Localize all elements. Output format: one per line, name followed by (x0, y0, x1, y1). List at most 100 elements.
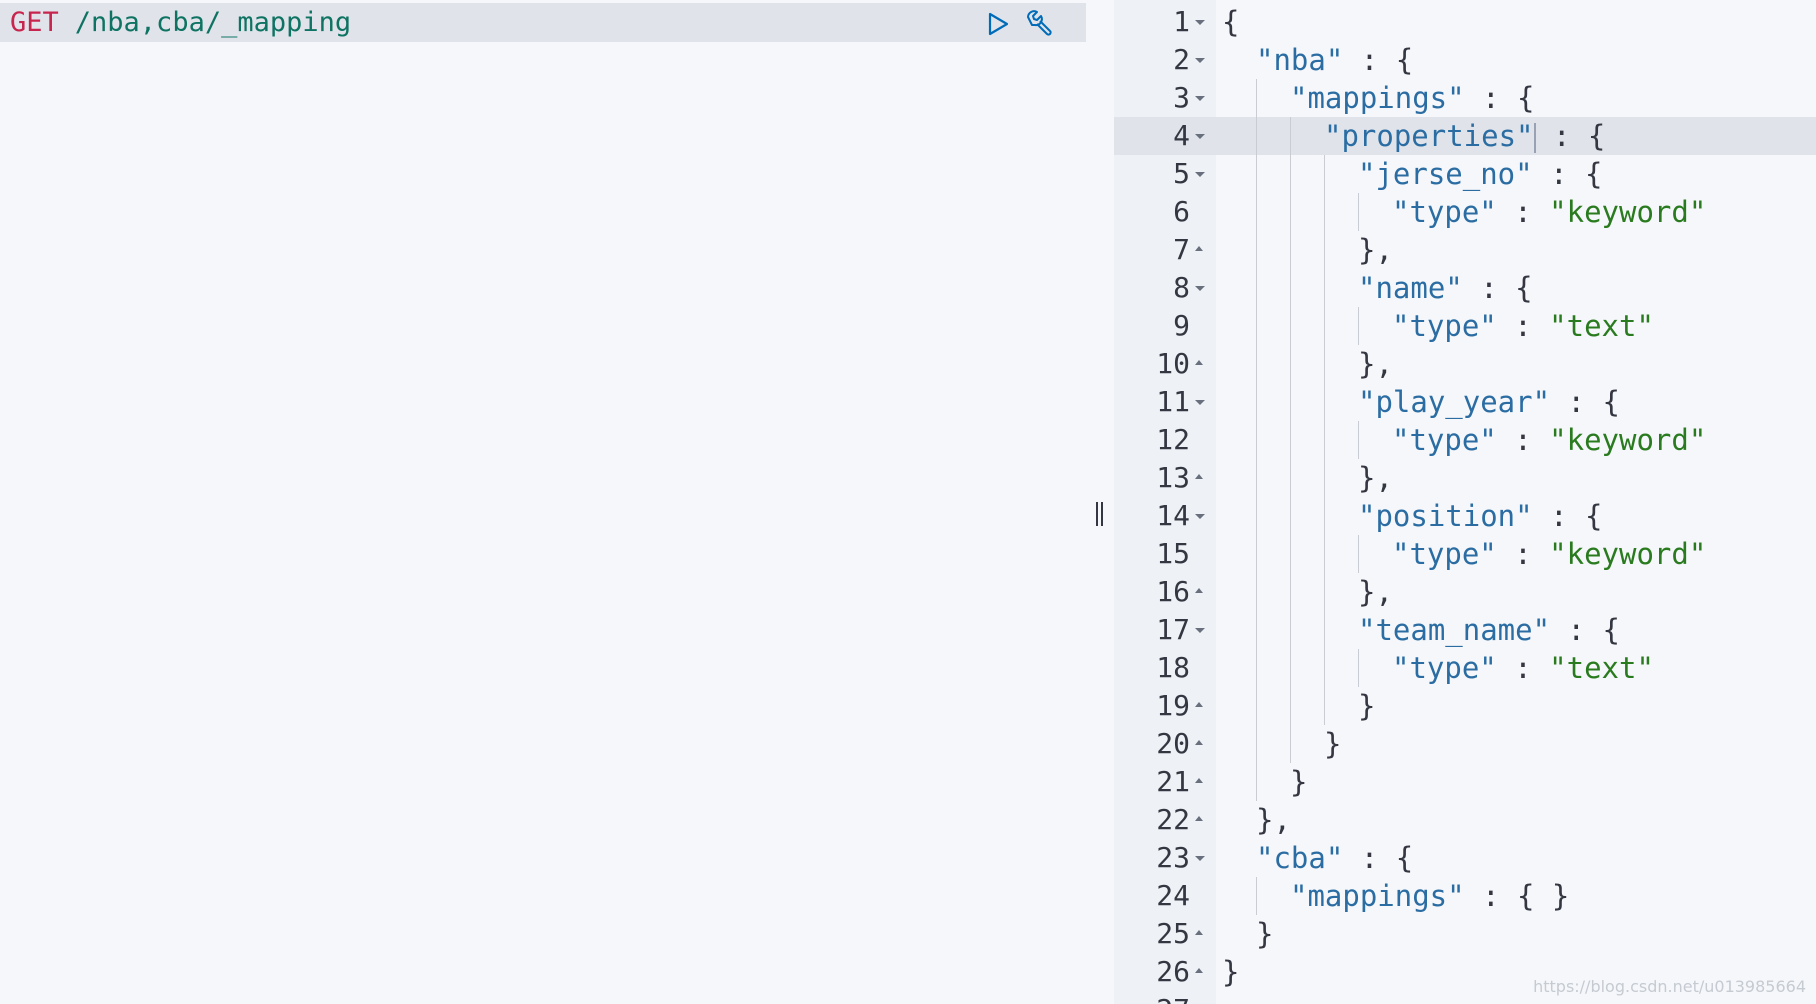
line-number: 21 (1156, 765, 1190, 798)
fold-open-icon[interactable] (1195, 58, 1205, 63)
code-content: "mappings" : { (1222, 79, 1534, 117)
indent-guide (1290, 231, 1324, 269)
fold-close-icon[interactable] (1195, 588, 1203, 593)
indent-guide (1324, 687, 1358, 725)
json-punct: }, (1358, 461, 1393, 495)
request-editor[interactable]: GET /nba,cba/_mapping (0, 0, 1087, 1004)
fold-close-icon[interactable] (1195, 474, 1203, 479)
indent-guide (1256, 611, 1290, 649)
indent-guide (1222, 535, 1256, 573)
play-icon[interactable] (985, 11, 1011, 37)
json-punct: : { (1550, 613, 1620, 647)
indent-guide (1222, 573, 1256, 611)
fold-close-icon[interactable] (1195, 360, 1203, 365)
fold-open-icon[interactable] (1195, 514, 1205, 519)
code-content: "nba" : { (1222, 41, 1413, 79)
fold-close-icon[interactable] (1195, 702, 1203, 707)
code-line: 16}, (1114, 573, 1816, 611)
indent-guide (1222, 649, 1256, 687)
code-content: } (1222, 687, 1375, 725)
code-content: "cba" : { (1222, 839, 1413, 877)
code-line: 24 "mappings" : { } (1114, 877, 1816, 915)
indent-guide (1324, 307, 1358, 345)
json-key: "name" (1358, 271, 1463, 305)
code-content: } (1222, 915, 1273, 953)
indent-guide (1222, 155, 1256, 193)
request-line[interactable]: GET /nba,cba/_mapping (0, 3, 1086, 42)
fold-close-icon[interactable] (1195, 246, 1203, 251)
fold-open-icon[interactable] (1195, 96, 1205, 101)
response-code: 1{2 "nba" : {3 "mappings" : {4 "properties"… (1114, 3, 1816, 1004)
code-line: 5 "jerse_no" : { (1114, 155, 1816, 193)
code-content: }, (1222, 231, 1393, 269)
line-number: 13 (1156, 461, 1190, 494)
fold-close-icon[interactable] (1195, 968, 1203, 973)
pane-splitter[interactable] (1086, 0, 1114, 1004)
indent-guide (1222, 459, 1256, 497)
response-viewer[interactable]: 1{2 "nba" : {3 "mappings" : {4 "properties"… (1114, 0, 1816, 1004)
code-line: 23 "cba" : { (1114, 839, 1816, 877)
fold-open-icon[interactable] (1195, 856, 1205, 861)
json-punct: }, (1256, 803, 1291, 837)
indent-guide (1256, 231, 1290, 269)
fold-close-icon[interactable] (1195, 778, 1203, 783)
code-content: "team_name" : { (1222, 611, 1620, 649)
code-content: "type" : "keyword" (1222, 193, 1706, 231)
line-number: 7 (1173, 233, 1190, 266)
fold-close-icon[interactable] (1195, 740, 1203, 745)
code-content: "properties" : { (1222, 117, 1605, 155)
request-method: GET (10, 7, 59, 38)
indent-guide (1324, 535, 1358, 573)
json-key: "jerse_no" (1358, 157, 1533, 191)
line-number: 20 (1156, 727, 1190, 760)
wrench-icon[interactable] (1022, 8, 1054, 40)
code-line: 3 "mappings" : { (1114, 79, 1816, 117)
fold-close-icon[interactable] (1195, 930, 1203, 935)
fold-open-icon[interactable] (1195, 20, 1205, 25)
json-string: "text" (1549, 651, 1654, 685)
indent-guide (1256, 117, 1290, 155)
code-content: "mappings" : { } (1222, 877, 1569, 915)
indent-guide (1324, 611, 1358, 649)
json-punct: : (1496, 537, 1550, 571)
indent-guide (1324, 649, 1358, 687)
json-punct: } (1290, 765, 1308, 799)
indent-guide (1324, 421, 1358, 459)
indent-guide (1290, 649, 1324, 687)
indent-guide (1358, 535, 1392, 573)
fold-open-icon[interactable] (1195, 134, 1205, 139)
code-line: 9 "type" : "text" (1114, 307, 1816, 345)
indent-guide (1256, 459, 1290, 497)
indent-guide (1256, 763, 1290, 801)
indent-guide (1222, 687, 1256, 725)
line-number: 8 (1173, 271, 1190, 304)
json-key: "position" (1358, 499, 1533, 533)
indent-guide (1222, 79, 1256, 117)
indent-guide (1256, 649, 1290, 687)
line-number: 25 (1156, 917, 1190, 950)
fold-close-icon[interactable] (1195, 816, 1203, 821)
json-punct: }, (1358, 575, 1393, 609)
indent-guide (1324, 573, 1358, 611)
indent-guide (1222, 611, 1256, 649)
code-line: 19} (1114, 687, 1816, 725)
json-key: "team_name" (1358, 613, 1551, 647)
fold-open-icon[interactable] (1195, 286, 1205, 291)
code-line: 25} (1114, 915, 1816, 953)
json-punct: } (1256, 917, 1274, 951)
resize-handle-icon[interactable] (1096, 502, 1104, 526)
line-number: 10 (1156, 347, 1190, 380)
fold-open-icon[interactable] (1195, 628, 1205, 633)
indent-guide (1256, 877, 1290, 915)
code-content: "play_year" : { (1222, 383, 1620, 421)
fold-open-icon[interactable] (1195, 172, 1205, 177)
indent-guide (1256, 535, 1290, 573)
code-line: 17 "team_name" : { (1114, 611, 1816, 649)
code-content: } (1222, 763, 1307, 801)
indent-guide (1256, 193, 1290, 231)
code-content: }, (1222, 573, 1393, 611)
indent-guide (1222, 801, 1256, 839)
json-punct: : { (1535, 119, 1606, 153)
fold-open-icon[interactable] (1195, 400, 1205, 405)
line-number: 2 (1173, 43, 1190, 76)
